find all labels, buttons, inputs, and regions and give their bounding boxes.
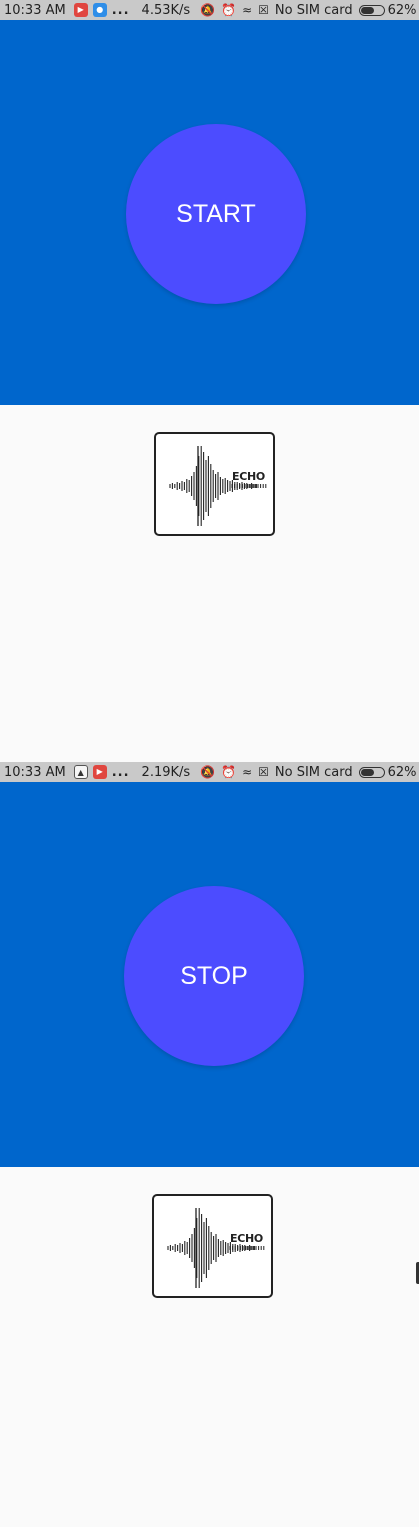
logo-text: ECHO	[230, 1232, 263, 1245]
alarm-icon: ⏰	[221, 765, 237, 779]
status-bar: 10:33 AM ▶ ● ... 4.53K/s 🔕 ⏰ ≈ ☒ No SIM …	[0, 0, 419, 20]
stop-button[interactable]: STOP	[124, 886, 304, 1066]
battery-icon	[358, 4, 385, 16]
overflow-notifications: ...	[111, 2, 130, 18]
battery-icon	[358, 766, 385, 778]
logo-text: ECHO	[232, 470, 265, 483]
battery-level-fill	[360, 6, 374, 14]
no-sim-icon: ☒	[258, 3, 269, 17]
network-speed: 4.53K/s	[141, 2, 191, 18]
overflow-notifications: ...	[111, 764, 130, 780]
wifi-icon: ≈	[242, 3, 253, 17]
video-camera-icon: ▶	[73, 3, 88, 17]
photo-icon: ▲	[73, 765, 88, 779]
soundwave-icon	[169, 446, 267, 526]
battery-level-fill	[360, 768, 374, 776]
no-sim-icon: ☒	[258, 765, 269, 779]
battery-percent: 62%	[387, 764, 417, 780]
mute-icon: 🔕	[200, 765, 216, 779]
battery-percent: 62%	[387, 2, 417, 18]
record-panel: START	[0, 20, 419, 405]
video-camera-icon: ▶	[92, 765, 107, 779]
carrier-text: No SIM card	[274, 2, 353, 18]
mute-icon: 🔕	[200, 3, 216, 17]
carrier-text: No SIM card	[274, 764, 353, 780]
alarm-icon: ⏰	[221, 3, 237, 17]
soundwave-icon	[167, 1208, 265, 1288]
status-bar: 10:33 AM ▲ ▶ ... 2.19K/s 🔕 ⏰ ≈ ☒ No SIM …	[0, 762, 419, 782]
echo-logo: ECHO	[152, 1194, 273, 1298]
status-time: 10:33 AM	[4, 764, 66, 780]
network-speed: 2.19K/s	[141, 764, 191, 780]
record-panel: STOP	[0, 782, 419, 1167]
status-time: 10:33 AM	[4, 2, 66, 18]
wifi-icon: ≈	[242, 765, 253, 779]
echo-logo: ECHO	[154, 432, 275, 536]
start-button[interactable]: START	[126, 124, 306, 304]
messenger-icon: ●	[92, 3, 107, 17]
screen-start-state: 10:33 AM ▶ ● ... 4.53K/s 🔕 ⏰ ≈ ☒ No SIM …	[0, 0, 419, 762]
screen-stop-state: 10:33 AM ▲ ▶ ... 2.19K/s 🔕 ⏰ ≈ ☒ No SIM …	[0, 762, 419, 1524]
